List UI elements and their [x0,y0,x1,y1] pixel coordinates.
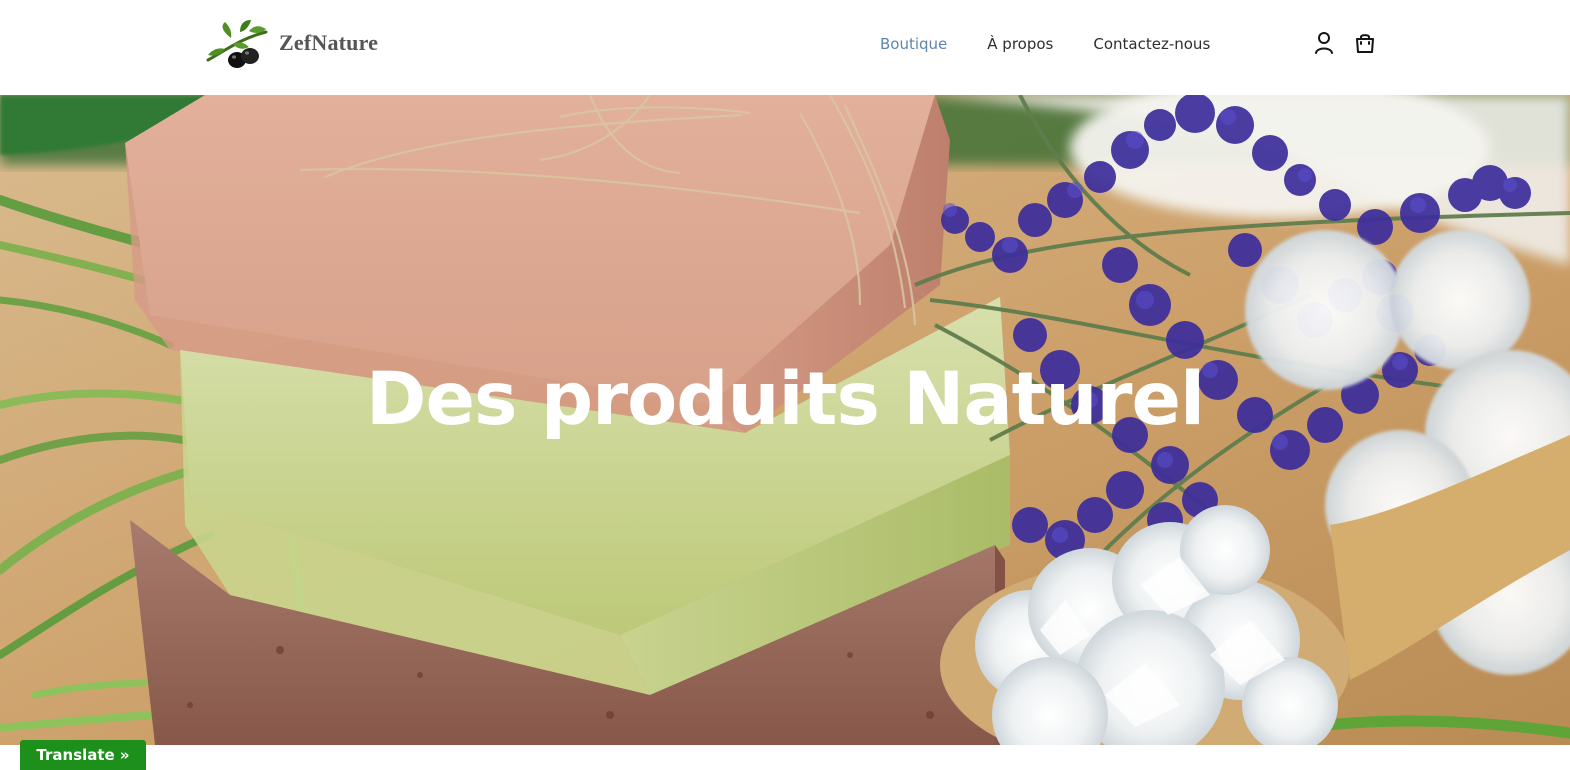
nav-item-a-propos[interactable]: À propos [987,35,1053,53]
hero-banner: Des produits Naturel [0,95,1570,745]
page-content-start [0,745,1570,770]
hero-title: Des produits Naturel [365,357,1205,442]
header-actions [1312,31,1377,55]
translate-button[interactable]: Translate » [20,740,146,770]
olive-branch-logo-icon [206,20,268,68]
main-navigation: Boutique À propos Contactez-nous [880,35,1210,53]
site-header: ZefNature Boutique À propos Contactez-no… [0,0,1570,95]
nav-item-boutique[interactable]: Boutique [880,35,947,53]
shopping-bag-icon [1356,34,1374,53]
brand-name: ZefNature [279,30,379,55]
brand-logo[interactable]: ZefNature [205,17,395,69]
nav-item-contactez-nous[interactable]: Contactez-nous [1093,35,1210,53]
cart-button[interactable] [1353,31,1377,55]
account-button[interactable] [1312,31,1336,55]
user-icon [1315,32,1333,54]
